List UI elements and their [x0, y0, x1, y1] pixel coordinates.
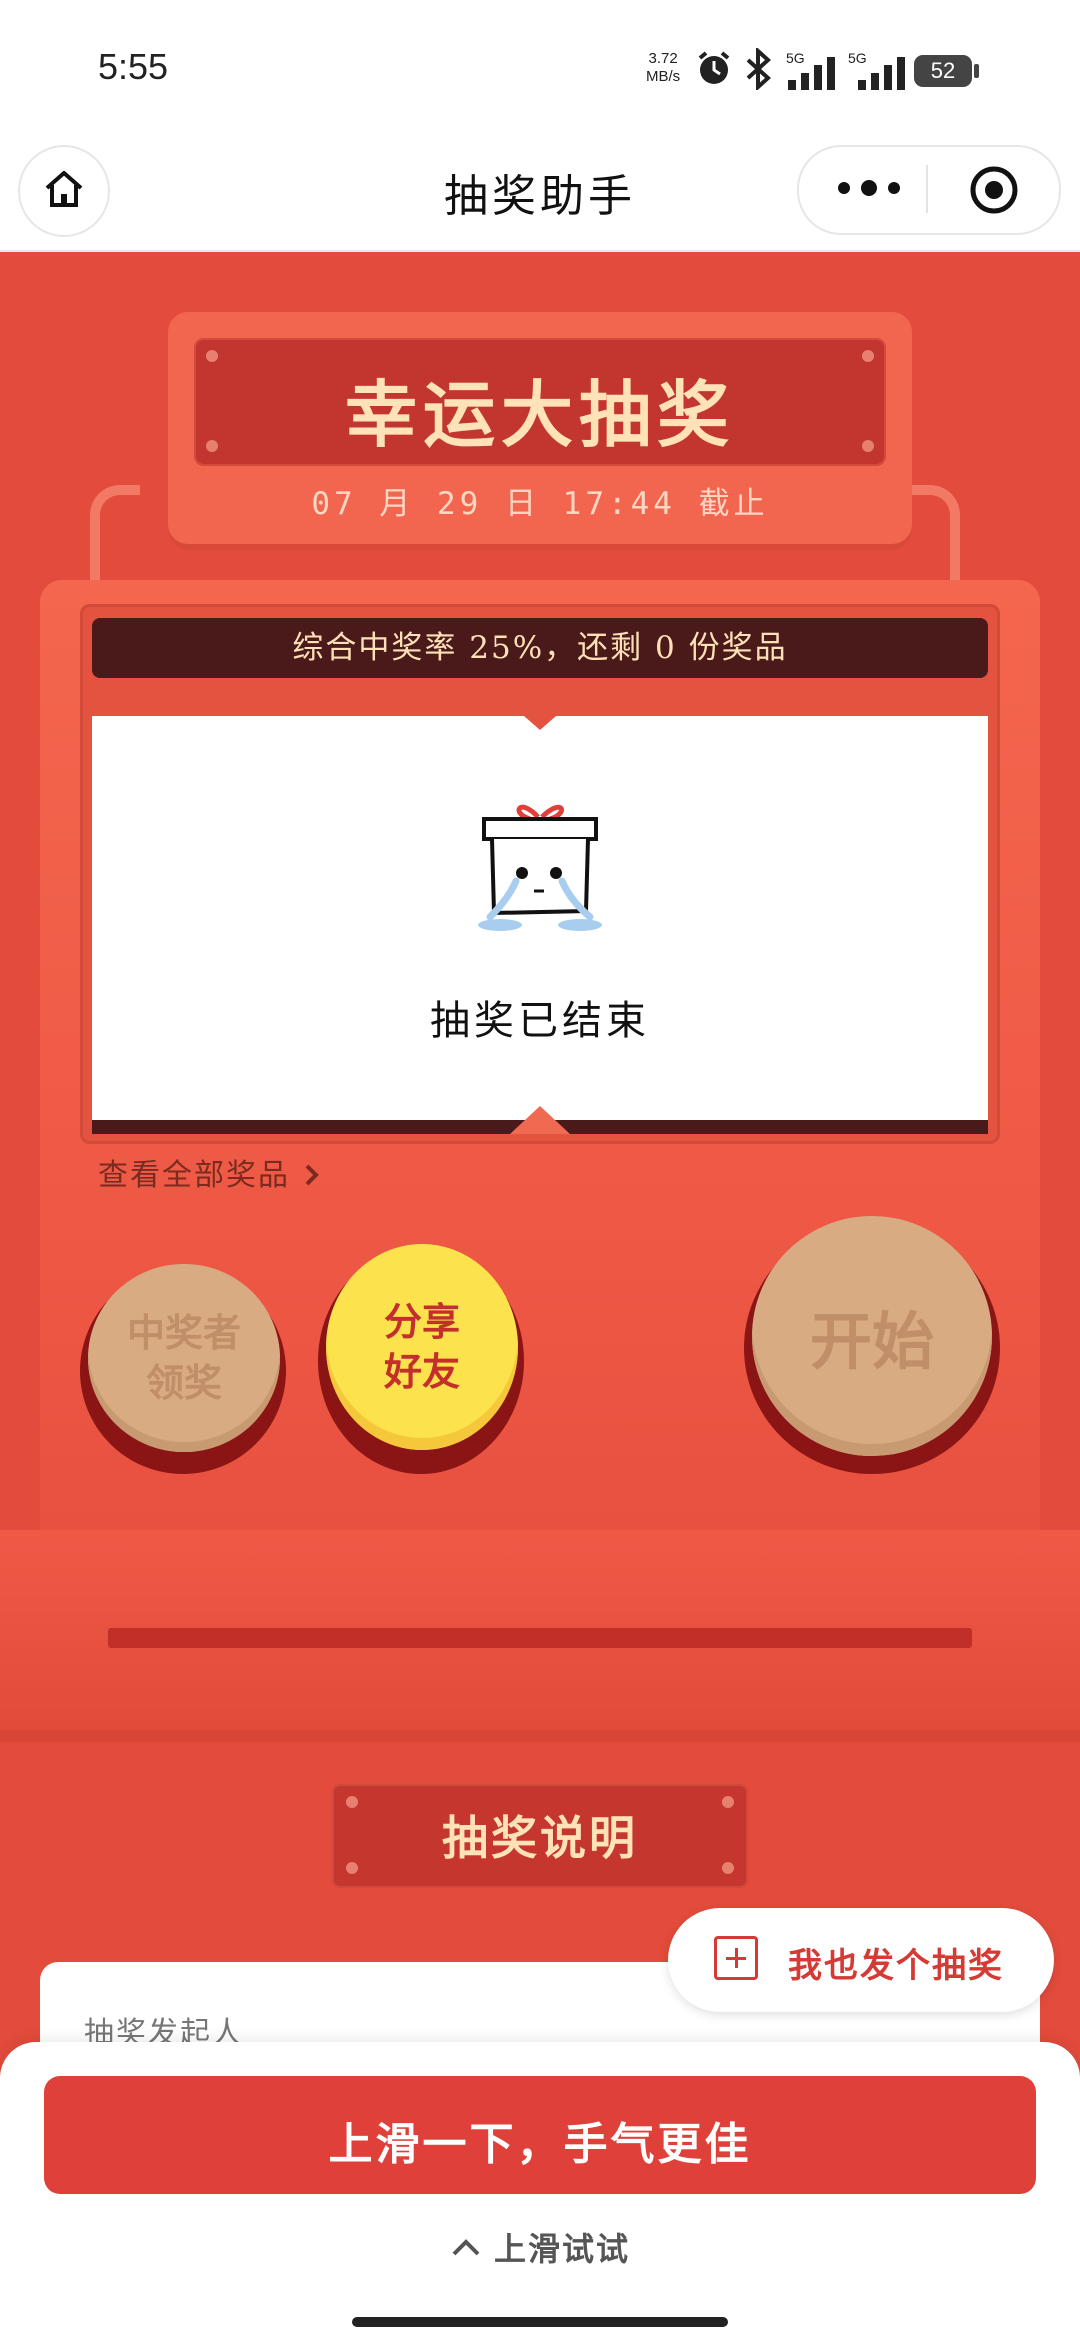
- chevron-up-icon: [452, 2239, 480, 2256]
- view-all-prizes-link[interactable]: 查看全部奖品: [98, 1150, 322, 1194]
- crying-gift-box-icon: [478, 804, 602, 931]
- home-indicator[interactable]: [352, 2317, 728, 2327]
- battery-tip: [974, 64, 979, 78]
- chevron-right-icon: [305, 1164, 319, 1186]
- winner-claim-button[interactable]: 中奖者 领奖: [88, 1264, 280, 1452]
- share-label-line1: 分享: [383, 1299, 460, 1344]
- share-friends-button[interactable]: 分享 好友: [326, 1244, 518, 1450]
- more-button[interactable]: [820, 160, 920, 216]
- screen-notch-top: [524, 716, 556, 730]
- instructions-title: 抽奖说明: [442, 1811, 638, 1865]
- swipe-hint[interactable]: 上滑试试: [0, 2224, 1080, 2270]
- status-time: 5:55: [98, 46, 169, 87]
- claim-label-line2: 领奖: [145, 1360, 222, 1405]
- swipe-hint-label: 上滑试试: [493, 2230, 630, 2268]
- signal-1-icon: [788, 57, 835, 90]
- signal-2-icon: [858, 57, 905, 90]
- ticker-text: 综合中奖率 25%，还剩 0 份奖品: [292, 630, 788, 666]
- target-icon: [970, 166, 1018, 214]
- claim-label-line1: 中奖者: [126, 1310, 241, 1355]
- home-icon: [45, 171, 83, 207]
- share-label-line2: 好友: [383, 1349, 460, 1394]
- network-speed-unit: MB/s: [646, 68, 681, 85]
- machine-ledge-edge: [0, 1730, 1080, 1742]
- network-speed-value: 3.72: [648, 50, 678, 67]
- deadline-text: 07 月 29 日 17:44 截止: [311, 486, 769, 522]
- home-button[interactable]: [18, 145, 110, 237]
- view-all-prizes-label: 查看全部奖品: [98, 1158, 290, 1193]
- bluetooth-icon: [746, 48, 771, 90]
- screen-notch-bottom: [510, 1106, 570, 1134]
- battery-icon: 52: [914, 55, 972, 87]
- network-speed: 3.72 MB/s: [646, 50, 680, 86]
- lottery-ended-message: 抽奖已结束: [430, 998, 650, 1044]
- publish-lottery-label: 我也发个抽奖: [788, 1946, 1004, 1986]
- lottery-title: 幸运大抽奖: [344, 372, 735, 457]
- battery-level: 52: [930, 58, 956, 83]
- alarm-icon: [698, 51, 730, 84]
- close-button[interactable]: [948, 158, 1038, 220]
- more-icon: [838, 180, 900, 196]
- plus-square-icon: [714, 1936, 758, 1980]
- start-button[interactable]: 开始: [752, 1216, 992, 1456]
- machine-slot: [108, 1628, 972, 1648]
- capsule-divider: [926, 165, 928, 213]
- swipe-up-button-label: 上滑一下，手气更佳: [328, 2119, 752, 2170]
